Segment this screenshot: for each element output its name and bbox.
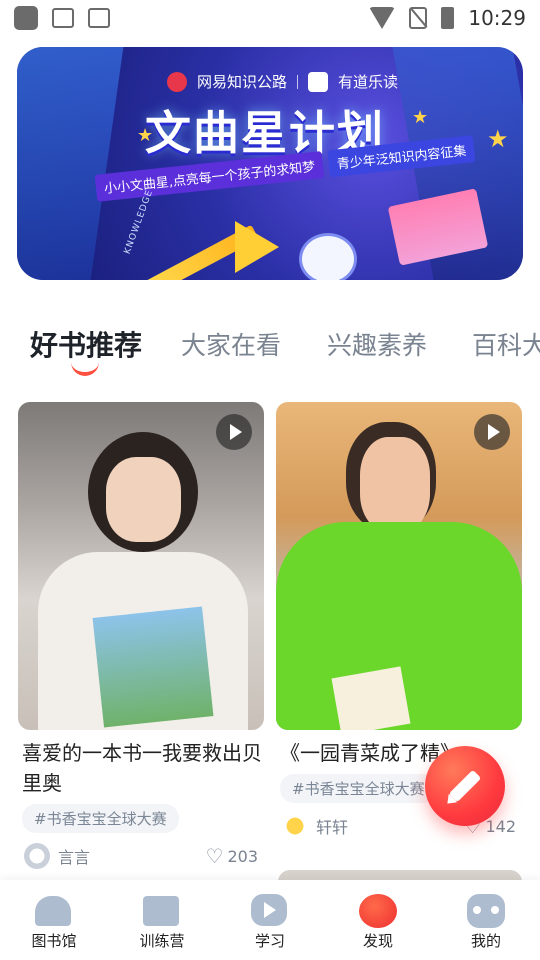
category-tabs: 好书推荐 大家在看 兴趣素养 百科大 (0, 318, 540, 376)
video-thumbnail[interactable] (18, 402, 264, 730)
no-sim-icon (409, 7, 428, 29)
nav-label: 我的 (470, 932, 501, 950)
feed-card-meta: 言言 ♡ 203 (18, 843, 264, 869)
star-icon: ★ (137, 125, 154, 146)
play-icon[interactable] (216, 414, 252, 450)
feed-card-tag[interactable]: #书香宝宝全球大赛 (22, 804, 179, 833)
like-button[interactable]: ♡ 203 (206, 846, 258, 866)
robot-icon (467, 894, 505, 928)
heart-icon: ♡ (205, 844, 224, 868)
nav-item-study[interactable]: 学习 (216, 880, 324, 960)
robot-mascot-illustration (299, 233, 357, 280)
tab-everyone-watching[interactable]: 大家在看 (181, 326, 281, 362)
promo-banner[interactable]: 网易知识公路 有道乐读 文曲星计划 小小文曲星,点亮每一个孩子的求知梦 青少年泛… (17, 47, 523, 280)
avatar[interactable] (282, 813, 308, 839)
nav-label: 学习 (254, 932, 285, 950)
planet-icon (359, 894, 397, 928)
nav-label: 图书馆 (31, 932, 77, 950)
play-illustration (235, 221, 279, 273)
banner-brand-right: 有道乐读 (338, 73, 399, 91)
active-tab-indicator (71, 362, 99, 376)
tab-interests[interactable]: 兴趣素养 (327, 326, 427, 362)
book-illustration (92, 606, 214, 728)
tab-good-books[interactable]: 好书推荐 (30, 324, 142, 364)
youdao-logo-icon (308, 71, 329, 92)
pencil-icon (448, 769, 482, 803)
feed-card[interactable]: 喜爱的一本书一我要救出贝里奥 #书香宝宝全球大赛 言言 ♡ 203 (18, 402, 264, 869)
text-notification-icon (88, 8, 110, 28)
image-notification-icon (52, 8, 74, 28)
avatar[interactable] (24, 843, 50, 869)
banner-brand-row: 网易知识公路 有道乐读 (167, 71, 398, 92)
app-notification-icon (14, 6, 38, 30)
battery-icon (441, 7, 455, 29)
play-icon (251, 894, 287, 926)
nav-label: 训练营 (139, 932, 185, 950)
book-icon (143, 896, 179, 926)
feed-card-tag[interactable]: #书香宝宝全球大赛 (280, 774, 437, 803)
netease-logo-icon (167, 71, 187, 92)
star-icon: ★ (487, 125, 509, 153)
feed-card-title: 喜爱的一本书一我要救出贝里奥 (22, 741, 262, 795)
feed-card-author[interactable]: 轩轩 (316, 814, 348, 838)
nav-item-library[interactable]: 图书馆 (0, 880, 108, 960)
banner-brand-left: 网易知识公路 (197, 73, 288, 91)
status-bar: 10:29 (0, 0, 540, 36)
create-post-button[interactable] (425, 746, 505, 826)
play-icon[interactable] (474, 414, 510, 450)
star-icon: ★ (412, 107, 429, 128)
book-illustration (331, 666, 411, 730)
wifi-icon (369, 7, 396, 29)
like-count: 203 (227, 846, 258, 866)
nav-item-discover[interactable]: 发现 (324, 880, 432, 960)
nav-label: 发现 (362, 932, 393, 950)
video-thumbnail[interactable] (276, 402, 522, 730)
tab-encyclopedia[interactable]: 百科大 (472, 326, 540, 362)
library-icon (35, 896, 71, 926)
bottom-nav: 图书馆 训练营 学习 发现 我的 (0, 880, 540, 960)
feed-card-author[interactable]: 言言 (58, 844, 90, 868)
like-count: 142 (485, 816, 516, 836)
nav-item-training[interactable]: 训练营 (108, 880, 216, 960)
status-time: 10:29 (468, 6, 526, 30)
nav-item-me[interactable]: 我的 (432, 880, 540, 960)
